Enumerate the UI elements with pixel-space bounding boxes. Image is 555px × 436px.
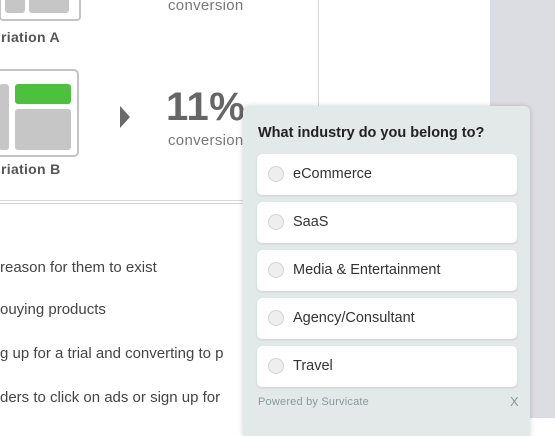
close-icon[interactable]: X (510, 394, 519, 409)
variation-a-label: riation A (1, 29, 60, 45)
radio-icon[interactable] (268, 262, 284, 278)
survey-widget: What industry do you belong to? eCommerc… (243, 106, 530, 436)
survey-option-saas[interactable]: SaaS (257, 202, 517, 243)
body-text-line: ders to click on ads or sign up for (0, 389, 221, 406)
body-text-line: reason for them to exist (0, 259, 157, 276)
thumbnail-block (5, 0, 25, 13)
survey-option-media-entertainment[interactable]: Media & Entertainment (257, 250, 517, 291)
arrow-right-icon (120, 106, 130, 128)
thumbnail-block (15, 109, 71, 150)
variation-b-percent: 11% (166, 85, 246, 129)
survey-option-label: Media & Entertainment (293, 262, 441, 278)
body-text-line: g up for a trial and converting to p (0, 345, 224, 362)
survey-option-agency-consultant[interactable]: Agency/Consultant (257, 298, 517, 339)
radio-icon[interactable] (268, 310, 284, 326)
survey-option-ecommerce[interactable]: eCommerce (257, 154, 517, 195)
variation-b-conversion-label: conversion (168, 132, 244, 149)
thumbnail-block (0, 84, 9, 150)
survey-option-label: Agency/Consultant (293, 310, 415, 326)
radio-icon[interactable] (268, 166, 284, 182)
survey-option-label: Travel (293, 358, 333, 374)
survey-option-label: eCommerce (293, 166, 372, 182)
survey-option-label: SaaS (293, 214, 329, 230)
body-text-line: ouying products (0, 301, 106, 318)
variation-a-conversion-label: conversion (168, 0, 244, 14)
highlight-green-block (15, 84, 71, 104)
survey-question: What industry do you belong to? (258, 125, 485, 141)
radio-icon[interactable] (268, 214, 284, 230)
thumbnail-block (29, 0, 69, 13)
radio-icon[interactable] (268, 358, 284, 374)
powered-by-link[interactable]: Powered by Survicate (258, 396, 369, 408)
variation-b-label: riation B (1, 161, 61, 177)
survey-option-travel[interactable]: Travel (257, 346, 517, 387)
variation-a-thumbnail (0, 0, 81, 21)
variation-b-thumbnail (0, 69, 79, 157)
